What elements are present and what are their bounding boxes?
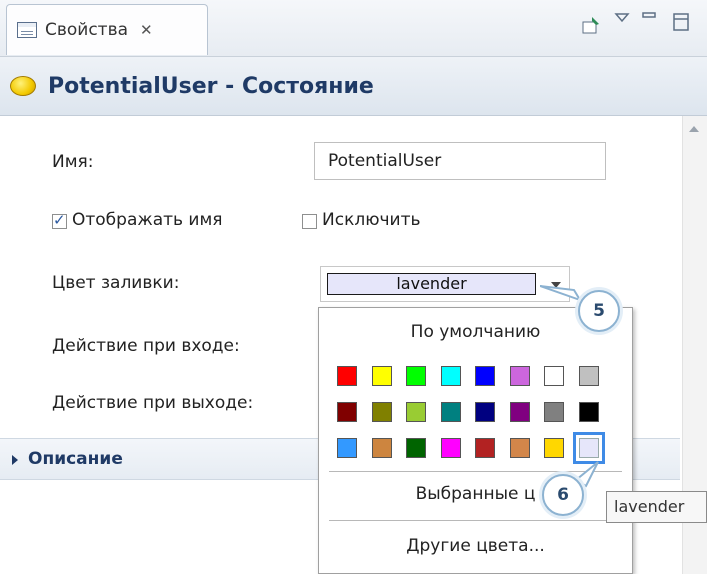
color-swatch[interactable] (372, 366, 392, 386)
color-swatch[interactable] (544, 438, 564, 458)
tab-properties[interactable]: Свойства ✕ (6, 4, 208, 55)
state-icon (10, 76, 36, 96)
color-swatch[interactable] (406, 366, 426, 386)
other-colors-option[interactable]: Другие цвета... (319, 536, 632, 556)
scroll-up-icon[interactable] (689, 126, 699, 132)
color-swatch[interactable] (406, 402, 426, 422)
color-swatch[interactable] (406, 438, 426, 458)
show-name-checkbox[interactable] (52, 211, 67, 229)
properties-icon (17, 22, 37, 38)
color-swatch[interactable] (579, 402, 599, 422)
close-icon[interactable]: ✕ (140, 21, 153, 39)
color-swatch[interactable] (510, 438, 530, 458)
name-field[interactable]: PotentialUser (314, 142, 606, 180)
color-swatch[interactable] (475, 402, 495, 422)
fill-color-label: Цвет заливки: (52, 273, 180, 293)
color-swatch[interactable] (475, 366, 495, 386)
name-label: Имя: (52, 152, 94, 172)
color-swatch[interactable] (337, 402, 357, 422)
exit-action-label: Действие при выходе: (52, 393, 254, 413)
fill-color-select[interactable]: lavender (320, 266, 570, 302)
maximize-icon[interactable] (672, 12, 690, 36)
color-swatch[interactable] (372, 402, 392, 422)
entry-action-label: Действие при входе: (52, 336, 240, 356)
minimize-icon[interactable] (641, 10, 657, 30)
color-swatch[interactable] (441, 402, 461, 422)
view-tab-bar: Свойства ✕ (0, 0, 707, 57)
callout-6: 6 (542, 474, 584, 516)
expand-arrow-icon (12, 455, 18, 465)
view-menu-icon[interactable] (614, 10, 630, 30)
color-swatch-selected[interactable] (573, 432, 605, 464)
exclude-label[interactable]: Исключить (322, 210, 421, 230)
divider (329, 520, 622, 521)
color-dropdown-popup: По умолчанию Выбранные ц Другие цвета... (318, 307, 633, 574)
color-swatch[interactable] (372, 438, 392, 458)
color-swatch[interactable] (544, 402, 564, 422)
color-swatch[interactable] (441, 438, 461, 458)
color-swatch[interactable] (441, 366, 461, 386)
callout-5: 5 (578, 290, 620, 332)
exclude-checkbox[interactable] (302, 214, 317, 229)
properties-title-bar: PotentialUser - Состояние (0, 57, 707, 116)
color-swatch[interactable] (510, 402, 530, 422)
color-tooltip: lavender (606, 491, 707, 523)
color-swatch[interactable] (475, 438, 495, 458)
callout-tail (540, 285, 580, 302)
color-swatch[interactable] (510, 366, 530, 386)
description-label: Описание (28, 449, 123, 469)
tab-label: Свойства (45, 20, 129, 40)
page-title: PotentialUser - Состояние (48, 73, 374, 99)
color-swatch[interactable] (544, 366, 564, 386)
show-name-label[interactable]: Отображать имя (72, 210, 223, 230)
color-swatch[interactable] (337, 438, 357, 458)
color-swatch[interactable] (579, 366, 599, 386)
fill-color-value: lavender (327, 273, 536, 295)
pin-icon[interactable] (580, 14, 602, 40)
color-swatch[interactable] (337, 366, 357, 386)
